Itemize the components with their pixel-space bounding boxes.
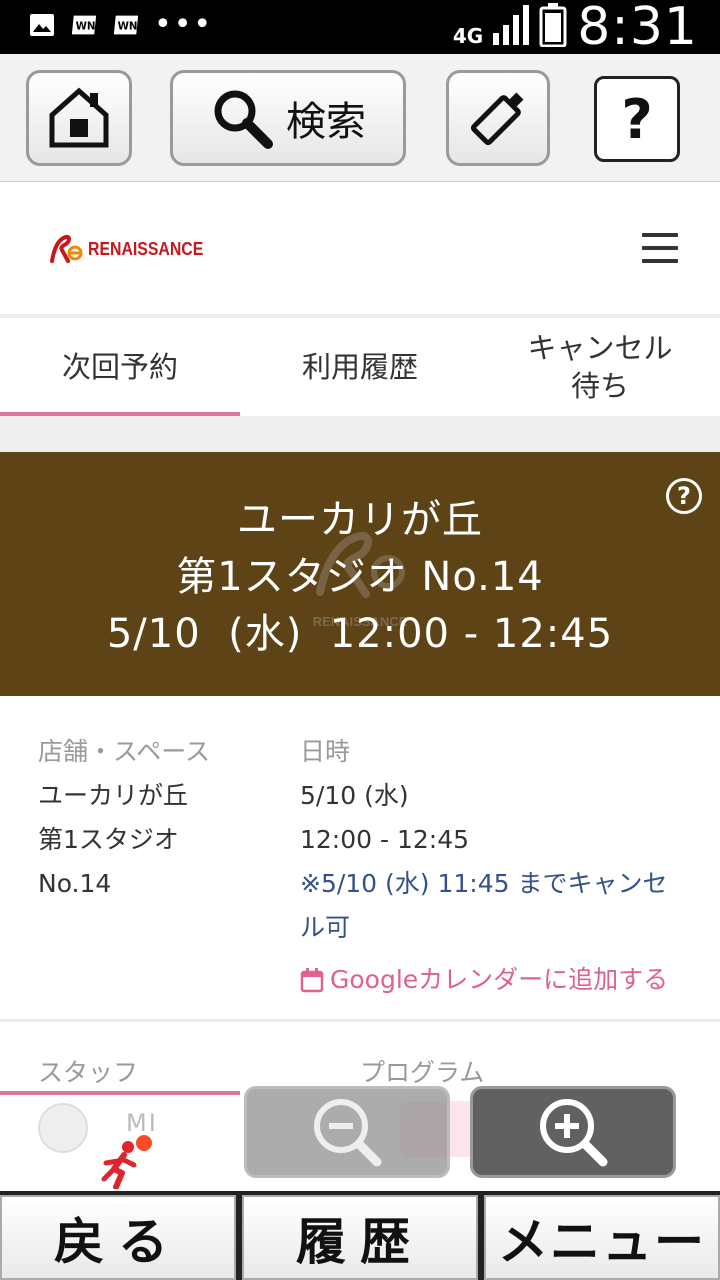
section-gap — [0, 416, 720, 452]
help-button[interactable]: ? — [594, 76, 680, 162]
google-calendar-link[interactable]: Googleカレンダーに追加する — [300, 958, 680, 1002]
sim-notification-icon: WN — [70, 12, 98, 38]
reservation-details: 店舗・スペース ユーカリが丘 第1スタジオ No.14 日時 5/10 (水) … — [0, 696, 720, 1022]
svg-text:WN: WN — [76, 21, 96, 33]
google-calendar-link-label: Googleカレンダーに追加する — [330, 965, 669, 994]
signal-icon — [493, 5, 530, 49]
search-label: 検索 — [286, 99, 366, 145]
svg-text:WN: WN — [118, 21, 138, 33]
cancel-deadline-note: ※5/10 (水) 11:45 までキャンセル可 — [300, 869, 668, 942]
question-icon: ? — [621, 87, 653, 151]
reservation-tabs: 次回予約 利用履歴 キャンセル 待ち — [0, 314, 720, 416]
clock: 8:31 — [577, 0, 698, 57]
browser-toolbar: 検索 ? — [0, 54, 720, 182]
battery-icon — [539, 3, 567, 51]
image-icon — [28, 12, 56, 38]
logo-mark-icon — [50, 234, 83, 263]
zoom-in-button[interactable] — [470, 1086, 676, 1178]
staff-heading: スタッフ — [38, 1058, 139, 1087]
hamburger-menu-icon[interactable] — [642, 233, 678, 263]
home-button[interactable] — [26, 70, 132, 166]
staff-name: MI — [126, 1109, 158, 1137]
zoom-in-icon — [540, 1099, 608, 1167]
home-icon — [49, 87, 109, 148]
search-icon — [214, 90, 273, 149]
program-heading: プログラム — [360, 1058, 485, 1087]
bottom-navigation: 戻る 履歴 メニュー — [0, 1191, 720, 1280]
calendar-icon — [300, 968, 324, 993]
slot-number: No.14 — [38, 869, 112, 898]
sim-notification-icon: WN — [112, 12, 140, 38]
zoom-out-button[interactable] — [244, 1086, 450, 1178]
site-header: RENAISSANCE — [0, 183, 720, 313]
tag-icon — [470, 92, 524, 146]
studio-name: 第1スタジオ — [38, 825, 179, 854]
tab-next-reservation[interactable]: 次回予約 — [0, 318, 240, 416]
reservation-banner: RENAISSANCE ユーカリが丘 第1スタジオ No.14 5/10 (水)… — [0, 452, 720, 696]
staff-tab-underline — [0, 1091, 240, 1095]
avatar — [38, 1103, 88, 1153]
banner-help-icon[interactable]: ? — [666, 478, 702, 514]
status-bar: WN WN ••• 4G 8:31 — [0, 0, 720, 57]
menu-button[interactable]: メニュー — [484, 1195, 720, 1280]
banner-studio: 第1スタジオ No.14 — [176, 554, 544, 600]
bookmark-tag-button[interactable] — [446, 70, 550, 166]
reservation-date: 5/10 (水) — [300, 781, 409, 810]
banner-store: ユーカリが丘 — [237, 497, 483, 543]
store-name: ユーカリが丘 — [38, 781, 189, 810]
datetime-heading: 日時 — [300, 737, 351, 766]
banner-datetime: 5/10 (水) 12:00 - 12:45 — [106, 611, 614, 657]
tab-usage-history[interactable]: 利用履歴 — [240, 318, 480, 416]
back-button[interactable]: 戻る — [0, 1195, 236, 1280]
zoom-out-icon — [314, 1099, 382, 1167]
renaissance-logo[interactable]: RENAISSANCE — [48, 231, 219, 267]
store-space-heading: 店舗・スペース — [38, 737, 211, 766]
search-button[interactable]: 検索 — [170, 70, 406, 166]
more-icon: ••• — [154, 7, 214, 42]
reservation-time: 12:00 - 12:45 — [300, 825, 470, 854]
notification-dot — [136, 1135, 152, 1151]
history-button[interactable]: 履歴 — [242, 1195, 478, 1280]
network-type: 4G — [452, 24, 484, 48]
tab-cancel-waitlist[interactable]: キャンセル 待ち — [480, 318, 720, 416]
logo-text: RENAISSANCE — [88, 238, 204, 259]
